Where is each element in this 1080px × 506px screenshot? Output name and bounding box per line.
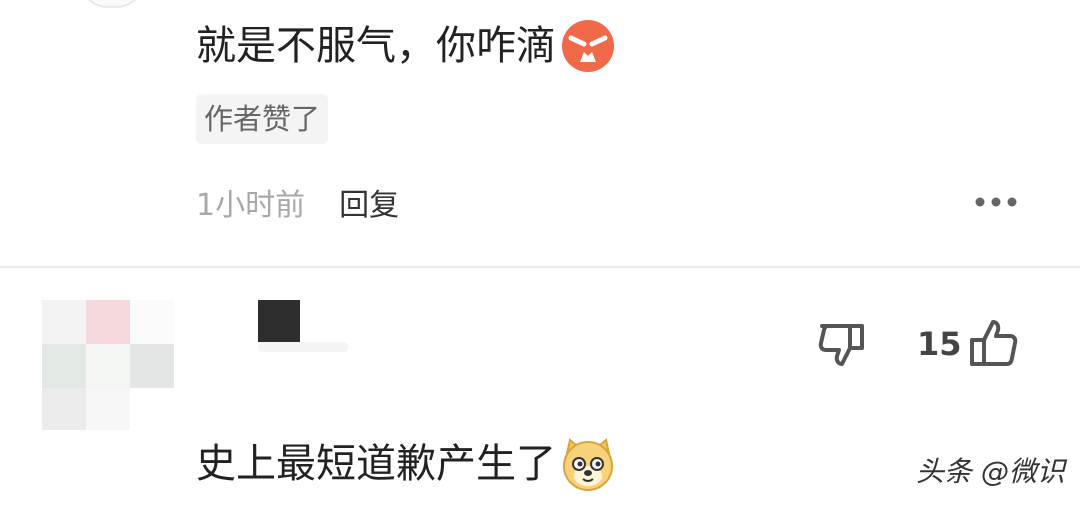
doge-face-icon xyxy=(563,438,613,491)
avatar[interactable] xyxy=(42,300,174,430)
comment-body: 就是不服气，你咋滴 xyxy=(196,18,616,74)
username-ghost xyxy=(258,342,348,352)
like-count: 15 xyxy=(917,325,962,363)
comment-text: 就是不服气，你咋滴 xyxy=(196,23,556,69)
thumbs-down-icon[interactable] xyxy=(816,318,868,370)
comment-list: 就是不服气，你咋滴 作者赞了 1小时前 回复 15 史上最短道歉产生了 头条 @… xyxy=(0,0,1080,506)
divider xyxy=(0,266,1080,268)
watermark: 头条 @微识 xyxy=(916,455,1065,488)
comment-text: 史上最短道歉产生了 xyxy=(196,441,556,487)
comment-meta: 1小时前 回复 xyxy=(196,180,399,224)
thumbs-up-icon[interactable] xyxy=(966,316,1020,370)
angry-face-icon xyxy=(562,20,614,72)
reply-button[interactable]: 回复 xyxy=(339,180,399,224)
comment-time: 1小时前 xyxy=(196,188,306,223)
username-redacted[interactable] xyxy=(258,300,300,342)
comment-body: 史上最短道歉产生了 xyxy=(196,436,616,492)
avatar[interactable] xyxy=(78,0,146,8)
more-icon[interactable] xyxy=(970,190,1022,214)
author-liked-badge: 作者赞了 xyxy=(196,94,329,144)
